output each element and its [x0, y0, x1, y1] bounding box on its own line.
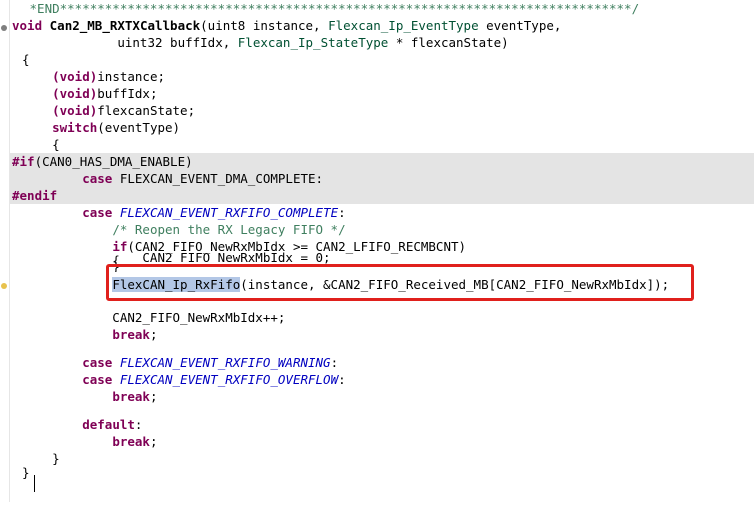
keyword-case: case	[82, 372, 113, 387]
code-line: break;	[112, 327, 158, 342]
keyword-case: case	[82, 171, 113, 186]
param-text: uint32 buffIdx,	[12, 35, 238, 50]
keyword-default: default	[82, 417, 135, 432]
code-line: break;	[112, 434, 158, 449]
code-line-preprocessor-if: #if(CAN0_HAS_DMA_ENABLE)	[10, 153, 754, 170]
preprocessor-if: #if	[12, 154, 35, 169]
code-line: {	[22, 137, 60, 152]
keyword-void-cast: (void)	[52, 69, 98, 84]
code-line-signature-2: uint32 buffIdx, Flexcan_Ip_StateType * f…	[10, 34, 754, 51]
type-name: Flexcan_Ip_StateType	[237, 35, 389, 50]
code-line-disabled: case FLEXCAN_EVENT_DMA_COMPLETE:	[10, 170, 754, 187]
text-caret	[34, 475, 35, 492]
param-text: (uint8 instance,	[200, 18, 329, 33]
code-line: /* Reopen the RX Legacy FIFO */	[10, 221, 754, 238]
code-line-close-brace: }	[22, 465, 30, 480]
code-line-comment-end: *END************************************…	[10, 0, 754, 17]
keyword-switch: switch	[52, 120, 98, 135]
code-line: (void)instance;	[52, 69, 165, 84]
keyword-void-cast: (void)	[52, 86, 98, 101]
code-line-open-brace: {	[10, 51, 754, 68]
code-line: case FLEXCAN_EVENT_RXFIFO_WARNING:	[82, 355, 339, 370]
param-text: eventType,	[478, 18, 562, 33]
preprocessor-endif: #endif	[12, 188, 58, 203]
code-line: default:	[82, 417, 143, 432]
comment-text: /* Reopen the RX Legacy FIFO */	[112, 222, 346, 237]
code-line-signature-1: void Can2_MB_RXTXCallback(uint8 instance…	[10, 17, 754, 34]
type-name: Flexcan_Ip_EventType	[328, 18, 479, 33]
param-text: * flexcanState)	[388, 35, 509, 50]
function-name: Can2_MB_RXTXCallback	[49, 18, 201, 33]
code-line: switch(eventType)	[52, 120, 181, 135]
code-line: break;	[112, 389, 158, 404]
keyword-case: case	[82, 205, 113, 220]
code-line: case FLEXCAN_EVENT_RXFIFO_OVERFLOW:	[82, 372, 346, 387]
comment-text: *END************************************…	[22, 1, 640, 16]
code-line-preprocessor-endif: #endif	[10, 187, 754, 204]
red-annotation-box	[106, 264, 694, 301]
code-line: (void)flexcanState;	[52, 103, 196, 118]
brace: {	[22, 52, 30, 67]
keyword-void: void	[12, 18, 50, 33]
code-line: CAN2_FIFO_NewRxMbIdx++;	[22, 310, 286, 325]
keyword-break: break	[112, 434, 150, 449]
fold-marker-icon[interactable]	[1, 25, 7, 31]
enum-constant: FLEXCAN_EVENT_RXFIFO_WARNING	[119, 355, 331, 370]
code-editor[interactable]: *END************************************…	[10, 0, 754, 502]
code-line: (void)buffIdx;	[52, 86, 158, 101]
warning-marker-icon	[1, 283, 7, 289]
editor-gutter[interactable]	[0, 0, 10, 502]
keyword-break: break	[112, 389, 150, 404]
code-line: case FLEXCAN_EVENT_RXFIFO_COMPLETE:	[82, 205, 346, 220]
enum-constant: FLEXCAN_EVENT_RXFIFO_COMPLETE	[119, 205, 339, 220]
keyword-break: break	[112, 327, 150, 342]
enum-constant: FLEXCAN_EVENT_RXFIFO_OVERFLOW	[119, 372, 339, 387]
keyword-void-cast: (void)	[52, 103, 98, 118]
keyword-case: case	[82, 355, 113, 370]
